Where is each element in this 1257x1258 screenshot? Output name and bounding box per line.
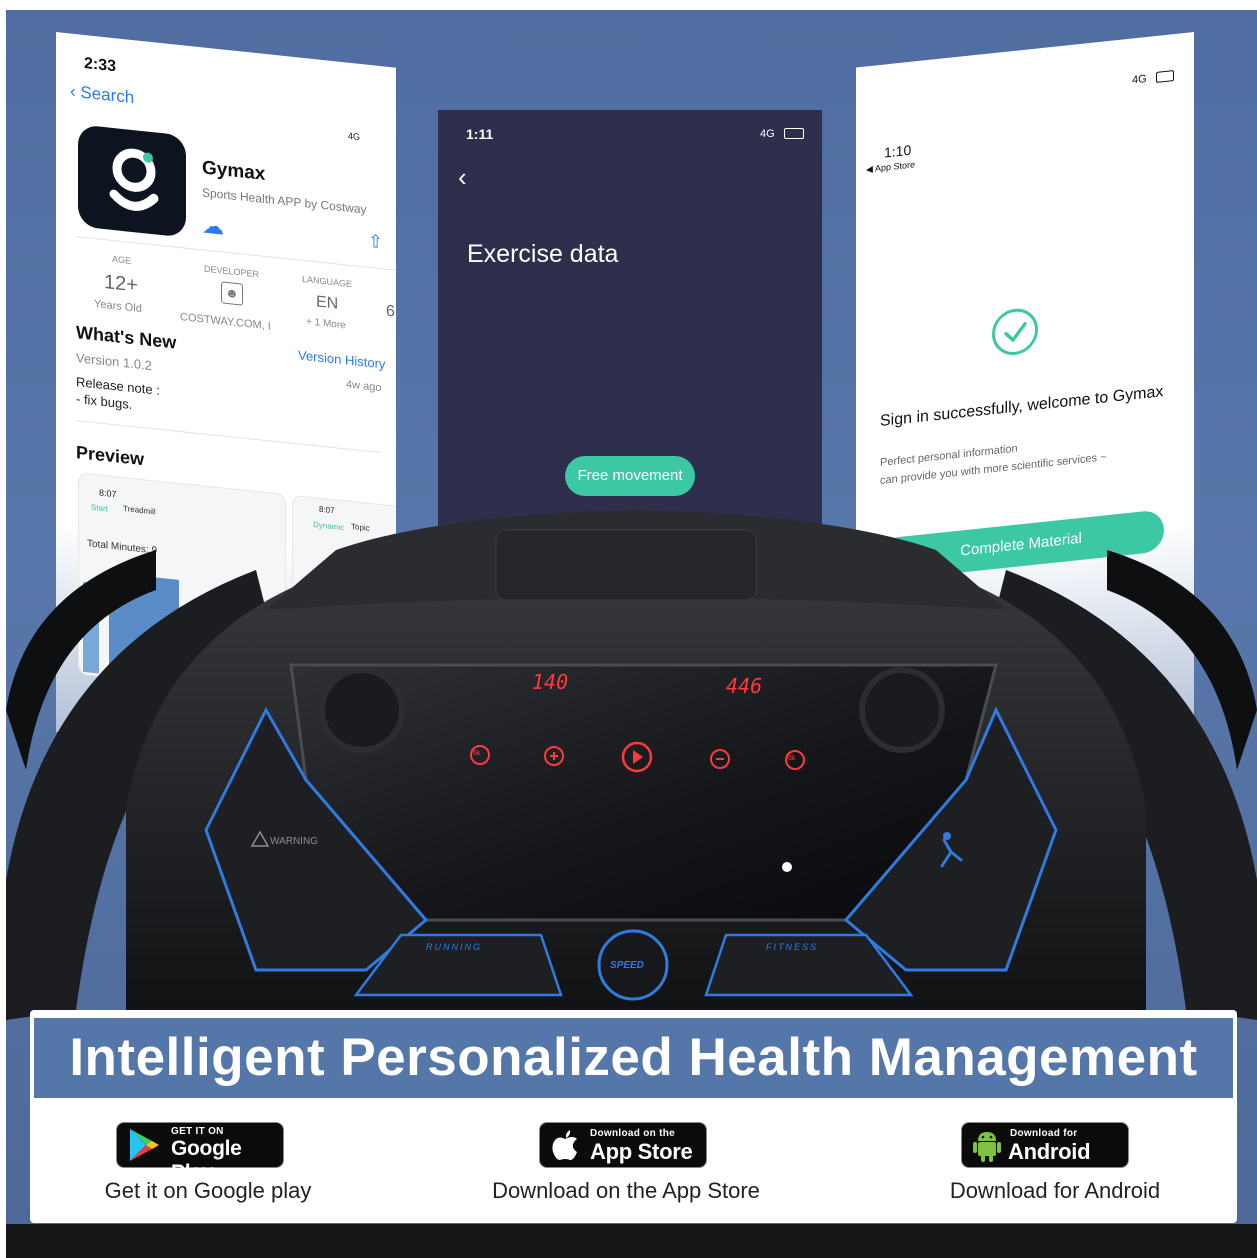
banner-title-bar: Intelligent Personalized Health Manageme…: [34, 1018, 1233, 1098]
quick-6k-right-button[interactable]: 6k: [788, 755, 795, 762]
speed-dial-label[interactable]: SPEED: [610, 960, 644, 971]
google-play-badge[interactable]: GET IT ON Google Play: [116, 1122, 284, 1184]
app-store-badge[interactable]: Download on the App Store: [539, 1122, 707, 1168]
product-image: 2:33 4G ‹ Search Gymax Sports Health APP…: [6, 10, 1257, 1258]
speed-down-button[interactable]: [709, 748, 731, 770]
apple-small-text: Download on the: [590, 1128, 676, 1139]
running-label: RUNNING: [426, 942, 482, 952]
apple-caption: Download on the App Store: [492, 1178, 760, 1203]
banner-title: Intelligent Personalized Health Manageme…: [69, 1028, 1198, 1087]
start-stop-button[interactable]: [621, 741, 653, 773]
google-caption: Get it on Google play: [104, 1178, 312, 1203]
display-right-value: 446: [726, 674, 763, 698]
display-left-value: 140: [532, 670, 569, 694]
quick-6k-left-button[interactable]: 6k: [473, 750, 480, 757]
android-robot-icon: [973, 1132, 1001, 1162]
apple-big-text: App Store: [590, 1139, 693, 1164]
google-small-text: GET IT ON: [171, 1126, 224, 1137]
android-small-text: Download for: [1010, 1128, 1078, 1139]
android-caption: Download for Android: [949, 1178, 1161, 1203]
fitness-label: FITNESS: [766, 942, 819, 952]
android-big-text: Android: [1008, 1139, 1091, 1164]
treadmill-base: [6, 1224, 1257, 1258]
download-banner: Intelligent Personalized Health Manageme…: [30, 1010, 1237, 1223]
android-badge[interactable]: Download for Android: [961, 1122, 1129, 1168]
apple-icon: [552, 1130, 577, 1160]
google-play-icon: [130, 1129, 159, 1161]
warning-label: WARNING: [270, 836, 318, 847]
speed-up-button[interactable]: [543, 745, 565, 767]
